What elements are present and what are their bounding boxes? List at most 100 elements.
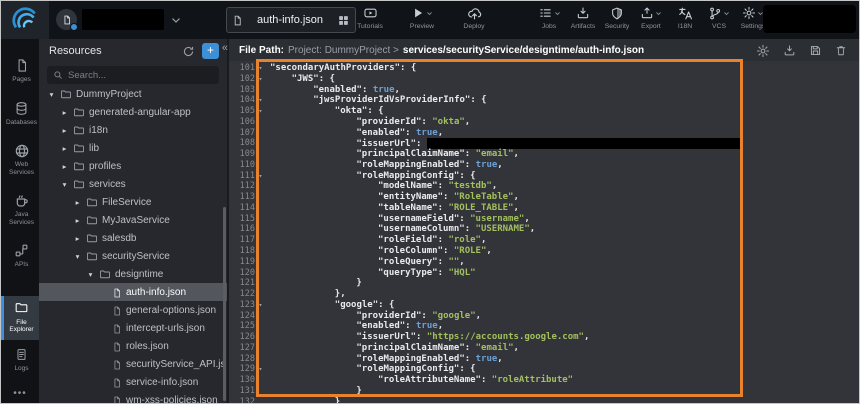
action-jobs[interactable]: Jobs bbox=[534, 5, 564, 30]
code-text[interactable]: "roleMappingConfig": { bbox=[266, 171, 476, 182]
code-text[interactable]: "JWS": { bbox=[266, 74, 335, 85]
add-resource-button[interactable]: + bbox=[202, 43, 219, 59]
resource-search[interactable] bbox=[47, 66, 219, 84]
tree-scrollbar[interactable] bbox=[223, 207, 226, 401]
tree-item-auth-info-json[interactable]: auth-info.json bbox=[39, 283, 227, 301]
tree-item-fileservice[interactable]: ▸ FileService bbox=[39, 193, 227, 211]
code-text[interactable]: "roleQuery": "", bbox=[266, 257, 465, 268]
chevron-collapsed-icon[interactable]: ▸ bbox=[60, 108, 69, 117]
code-text[interactable]: "queryType": "HQL" bbox=[266, 268, 476, 279]
code-text[interactable]: "tableName": "ROLE_TABLE", bbox=[266, 203, 519, 214]
code-text[interactable]: "jwsProviderIdVsProviderInfo": { bbox=[266, 95, 487, 106]
refresh-icon[interactable] bbox=[182, 45, 195, 58]
tree-item-roles-json[interactable]: roles.json bbox=[39, 337, 227, 355]
fold-toggle-icon[interactable]: ▾ bbox=[255, 364, 266, 375]
code-text[interactable]: "roleAttributeName": "roleAttribute" bbox=[266, 375, 573, 386]
sidebar-item-web-services[interactable]: Web Services bbox=[1, 138, 39, 182]
code-text[interactable]: "roleMappingEnabled": true, bbox=[266, 354, 503, 365]
action-vcs[interactable]: VCS bbox=[704, 5, 734, 30]
settings-button[interactable] bbox=[756, 44, 770, 57]
tree-item-lib[interactable]: ▸ lib bbox=[39, 139, 227, 157]
code-text[interactable]: "roleMappingConfig": { bbox=[266, 364, 476, 375]
sidebar-item-apis[interactable]: APIs bbox=[1, 238, 39, 275]
code-text[interactable]: "roleField": "role", bbox=[266, 235, 486, 246]
tree-item-profiles[interactable]: ▸ profiles bbox=[39, 157, 227, 175]
tree-item-wm-xss-policies-json[interactable]: wm-xss-policies.json bbox=[39, 391, 227, 403]
chevron-expanded-icon[interactable]: ▾ bbox=[60, 180, 69, 189]
action-deploy[interactable]: Deploy bbox=[459, 5, 489, 30]
tree-item-intercept-urls-json[interactable]: intercept-urls.json bbox=[39, 319, 227, 337]
fold-toggle-icon[interactable]: ▾ bbox=[255, 106, 266, 117]
action-preview[interactable]: Preview bbox=[407, 5, 437, 30]
chevron-expanded-icon[interactable]: ▾ bbox=[47, 90, 56, 99]
delete-button[interactable] bbox=[835, 44, 847, 57]
code-text[interactable]: "enabled": true, bbox=[266, 128, 443, 139]
code-text[interactable]: "principalClaimName": "email", bbox=[266, 343, 519, 354]
action-export[interactable]: Export bbox=[636, 5, 666, 30]
search-input[interactable] bbox=[68, 70, 213, 81]
chevron-expanded-icon[interactable]: ▾ bbox=[86, 270, 95, 279]
tree-item-generated-angular-app[interactable]: ▸ generated-angular-app bbox=[39, 103, 227, 121]
tree-item-designtime[interactable]: ▾ designtime bbox=[39, 265, 227, 283]
code-editor[interactable]: 101 ▾ "secondaryAuthProviders": { 102 ▾ … bbox=[229, 61, 859, 403]
code-text[interactable]: "principalClaimName": "email", bbox=[266, 149, 519, 160]
action-tutorials[interactable]: Tutorials bbox=[355, 5, 385, 30]
code-text[interactable]: }, bbox=[266, 289, 346, 300]
tree-item-service-info-json[interactable]: service-info.json bbox=[39, 373, 227, 391]
code-text[interactable]: "enabled": true, bbox=[266, 85, 400, 96]
tree-item-salesdb[interactable]: ▸ salesdb bbox=[39, 229, 227, 247]
code-text[interactable]: "roleColumn": "ROLE", bbox=[266, 246, 492, 257]
code-text[interactable]: "issuerUrl": "https://accounts.google.co… bbox=[266, 332, 589, 343]
code-text[interactable]: "enabled": true, bbox=[266, 321, 443, 332]
chevron-collapsed-icon[interactable]: ▸ bbox=[60, 144, 69, 153]
sidebar-item-java-services[interactable]: Java Services bbox=[1, 188, 39, 232]
sidebar-more-button[interactable]: ••• bbox=[1, 384, 39, 403]
code-text[interactable]: } bbox=[266, 386, 362, 397]
code-text[interactable]: "modelName": "testdb", bbox=[266, 181, 497, 192]
tree-item-myjavaservice[interactable]: ▸ MyJavaService bbox=[39, 211, 227, 229]
project-selector[interactable] bbox=[56, 9, 164, 30]
tree-item-i18n[interactable]: ▸ i18n bbox=[39, 121, 227, 139]
code-text[interactable]: "roleMappingEnabled": true, bbox=[266, 160, 503, 171]
fold-toggle-icon[interactable]: ▾ bbox=[255, 63, 266, 74]
fold-toggle-icon[interactable]: ▾ bbox=[255, 74, 266, 85]
sidebar-item-pages[interactable]: Pages bbox=[1, 53, 39, 90]
code-text[interactable]: "google": { bbox=[266, 300, 394, 311]
code-text[interactable]: "secondaryAuthProviders": { bbox=[266, 63, 416, 74]
code-text[interactable]: "okta": { bbox=[266, 106, 384, 117]
chevron-collapsed-icon[interactable]: ▸ bbox=[73, 234, 82, 243]
code-text[interactable]: } bbox=[266, 278, 362, 289]
tree-item-dummyproject[interactable]: ▾ DummyProject bbox=[39, 85, 227, 103]
code-text[interactable]: "usernameColumn": "USERNAME", bbox=[266, 224, 535, 235]
tree-item-securityservice[interactable]: ▾ securityService bbox=[39, 247, 227, 265]
tree-item-services[interactable]: ▾ services bbox=[39, 175, 227, 193]
fold-toggle-icon[interactable]: ▾ bbox=[255, 95, 266, 106]
fold-toggle-icon[interactable]: ▾ bbox=[255, 171, 266, 182]
wavemaker-logo[interactable] bbox=[1, 1, 49, 39]
download-button[interactable] bbox=[783, 44, 796, 57]
code-text[interactable]: "entityName": "RoleTable", bbox=[266, 192, 519, 203]
action-artifacts[interactable]: Artifacts bbox=[568, 5, 598, 30]
fold-toggle-icon[interactable]: ▾ bbox=[255, 300, 266, 311]
grid-icon[interactable] bbox=[332, 8, 355, 32]
chevron-collapsed-icon[interactable]: ▸ bbox=[60, 162, 69, 171]
collapse-panel-icon[interactable]: « bbox=[222, 42, 228, 54]
chevron-collapsed-icon[interactable]: ▸ bbox=[60, 126, 69, 135]
code-text[interactable]: "usernameField": "username", bbox=[266, 214, 530, 225]
sidebar-item-logs[interactable]: Logs bbox=[1, 342, 39, 379]
code-text[interactable]: } bbox=[266, 397, 340, 403]
chevron-collapsed-icon[interactable]: ▸ bbox=[73, 216, 82, 225]
code-text[interactable]: "providerId": "okta", bbox=[266, 117, 470, 128]
action-i18n[interactable]: I18N bbox=[670, 5, 700, 30]
open-file-tab[interactable]: auth-info.json bbox=[226, 7, 356, 33]
tree-item-general-options-json[interactable]: general-options.json bbox=[39, 301, 227, 319]
code-text[interactable]: "providerId": "google", bbox=[266, 311, 481, 322]
tree-item-securityservice-api-js[interactable]: securityService_API.js bbox=[39, 355, 227, 373]
action-security[interactable]: Security bbox=[602, 5, 632, 30]
code-text[interactable]: "issuerUrl": bbox=[266, 138, 740, 149]
sidebar-item-file-explorer[interactable]: File Explorer bbox=[1, 296, 39, 340]
save-button[interactable] bbox=[809, 44, 822, 57]
chevron-expanded-icon[interactable]: ▾ bbox=[73, 252, 82, 261]
sidebar-item-databases[interactable]: Databases bbox=[1, 96, 39, 133]
chevron-collapsed-icon[interactable]: ▸ bbox=[73, 198, 82, 207]
